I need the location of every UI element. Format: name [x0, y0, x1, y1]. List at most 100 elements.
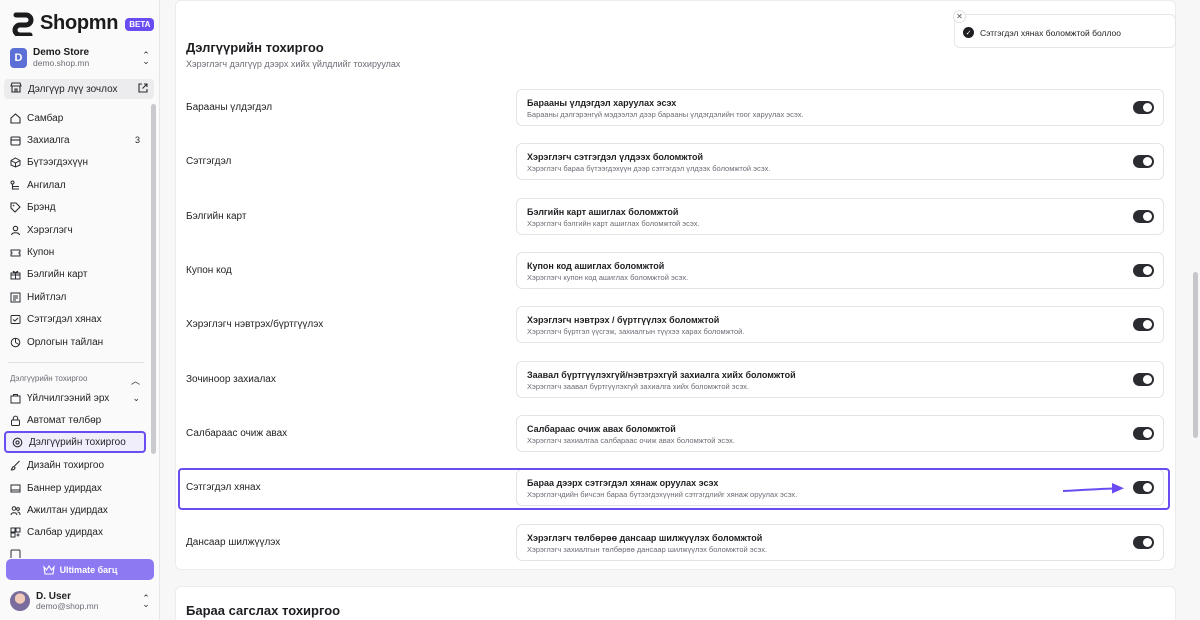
setting-toggle[interactable]: [1133, 427, 1154, 440]
banner-icon: [10, 483, 21, 494]
check-circle-icon: ✓: [963, 27, 974, 38]
highlight-frame: [178, 468, 1170, 510]
main-scrollbar[interactable]: [1193, 272, 1198, 438]
orders-count-badge: 3: [134, 135, 140, 145]
gift-icon: [10, 269, 21, 280]
setting-toggle[interactable]: [1133, 210, 1154, 223]
setting-option-title: Барааны үлдэгдэл харуулах эсэх: [527, 98, 677, 108]
setting-toggle[interactable]: [1133, 373, 1154, 386]
sidebar-item-partial[interactable]: [4, 544, 146, 558]
setting-label: Салбараас очиж авах: [186, 428, 288, 439]
arrow-right-icon: [1062, 483, 1124, 494]
sidebar-item-staff[interactable]: Ажилтан удирдах: [4, 500, 146, 520]
sidebar-scrollbar[interactable]: [151, 104, 156, 454]
setting-option-description: Хэрэглэгч захиалгын төлбөрөө дансаар шил…: [527, 545, 768, 554]
brand[interactable]: Shopmn BETA: [10, 9, 155, 37]
sidebar-nav: Самбар Захиалга 3 Бүтээгдэхүүн Ангилал Б…: [0, 104, 160, 558]
lock-icon: [10, 415, 21, 426]
sidebar-item-label: Ангилал: [27, 179, 66, 191]
setting-label: Сэтгэгдэл: [186, 156, 232, 167]
setting-option: Хэрэглэгч сэтгэгдэл үлдээх боломжтой Хэрэ…: [516, 143, 1164, 180]
sidebar-item-store-settings[interactable]: Дэлгүүрийн тохиргоо: [4, 431, 146, 453]
sidebar-item-customers[interactable]: Хэрэглэгч: [4, 220, 146, 240]
sidebar-item-orders[interactable]: Захиалга 3: [4, 130, 146, 150]
setting-label: Дансаар шилжүүлэх: [186, 537, 281, 548]
sidebar-item-label: Бүтээгдэхүүн: [27, 156, 89, 168]
setting-option-title: Хэрэглэгч төлбөрөө дансаар шилжүүлэх бол…: [527, 533, 763, 543]
sidebar-item-label: Брэнд: [27, 201, 56, 213]
sidebar-item-coupon[interactable]: Купон: [4, 242, 146, 262]
setting-option-title: Салбараас очиж авах боломжтой: [527, 424, 676, 434]
sidebar-item-auto-payment[interactable]: Автомат төлбөр: [4, 410, 146, 430]
sidebar-item-service-license[interactable]: Үйлчилгээний эрх ⌄: [4, 388, 146, 408]
setting-option-description: Барааны дэлгэрэнгүй мэдээлэл дээр бараан…: [527, 110, 804, 119]
sidebar-item-label: Баннер удирдах: [27, 482, 102, 494]
crown-icon: [42, 564, 55, 575]
shopmn-logo-icon: [12, 12, 34, 36]
visit-store-button[interactable]: Дэлгүүр лүү зочлох: [4, 79, 154, 99]
store-switcher[interactable]: D Demo Store demo.shop.mn ⌃ ⌄: [10, 46, 151, 70]
sidebar-item-label: Хэрэглэгч: [27, 224, 73, 236]
setting-label: Купон код: [186, 265, 232, 276]
toast-notification: ✕ ✓ Сэтгэгдэл хянах боломжтой боллоо: [953, 10, 1176, 48]
setting-option-description: Хэрэглэгч бараа бүтээгдэхүүн дээр сэтгэг…: [527, 164, 771, 173]
chevron-up-icon: ︿: [130, 376, 140, 386]
setting-option: Бэлгийн карт ашиглах боломжтой Хэрэглэгч …: [516, 198, 1164, 235]
avatar: [10, 591, 30, 611]
article-icon: [10, 292, 21, 303]
beta-badge: BETA: [125, 17, 155, 31]
sidebar-item-category[interactable]: Ангилал: [4, 175, 146, 195]
setting-toggle[interactable]: [1133, 155, 1154, 168]
sidebar-item-label: Самбар: [27, 112, 64, 124]
setting-toggle[interactable]: [1133, 101, 1154, 114]
review-icon: [10, 314, 21, 325]
toast-message: Сэтгэгдэл хянах боломжтой боллоо: [980, 28, 1121, 38]
sidebar-item-label: Захиалга: [27, 134, 70, 146]
sidebar-item-branches[interactable]: Салбар удирдах: [4, 522, 146, 542]
upgrade-plan-button[interactable]: Ultimate багц: [6, 559, 154, 580]
setting-toggle[interactable]: [1133, 264, 1154, 277]
report-icon: [10, 337, 21, 348]
sidebar-item-gift-card[interactable]: Бэлгийн карт: [4, 264, 146, 284]
sidebar-item-brand[interactable]: Брэнд: [4, 197, 146, 217]
more-icon: [10, 549, 21, 558]
close-icon[interactable]: ✕: [953, 10, 966, 23]
sidebar-item-label: Нийтлэл: [27, 291, 67, 303]
setting-option-description: Хэрэглэгч бэлгийн карт ашиглах боломжтой…: [527, 219, 700, 228]
sidebar-item-products[interactable]: Бүтээгдэхүүн: [4, 152, 146, 172]
setting-option: Купон код ашиглах боломжтой Хэрэглэгч куп…: [516, 252, 1164, 289]
setting-option-description: Хэрэглэгч бүртгэл үүсгэж, захиалгын түүх…: [527, 327, 745, 336]
setting-toggle[interactable]: [1133, 318, 1154, 331]
sidebar-item-revenue-report[interactable]: Орлогын тайлан: [4, 332, 146, 352]
chevron-up-down-icon: ⌃ ⌄: [142, 50, 150, 66]
user-email: demo@shop.mn: [36, 600, 99, 611]
setting-option: Барааны үлдэгдэл харуулах эсэх Барааны дэ…: [516, 89, 1164, 126]
setting-option: Хэрэглэгч төлбөрөө дансаар шилжүүлэх бол…: [516, 524, 1164, 561]
sidebar-item-design-settings[interactable]: Дизайн тохиргоо: [4, 455, 146, 475]
sidebar-item-dashboard[interactable]: Самбар: [4, 108, 146, 128]
setting-option-description: Хэрэглэгч заавал бүртгүүлэхгүй захиалга …: [527, 382, 750, 391]
sidebar-item-reviews[interactable]: Сэтгэгдэл хянах: [4, 309, 146, 329]
category-icon: [10, 180, 21, 191]
settings-icon: [12, 437, 23, 448]
setting-option: Заавал бүртгүүлэхгүй/нэвтрэхгүй захиалга…: [516, 361, 1164, 398]
setting-label: Зочиноор захиалах: [186, 374, 276, 385]
setting-label: Бэлгийн карт: [186, 211, 247, 222]
user-menu[interactable]: D. User demo@shop.mn ⌃ ⌄: [10, 590, 151, 612]
chevron-up-down-icon: ⌃ ⌄: [142, 593, 150, 609]
sidebar-item-label: Бэлгийн карт: [27, 268, 88, 280]
visit-store-label: Дэлгүүр лүү зочлох: [28, 83, 118, 95]
sidebar-item-articles[interactable]: Нийтлэл: [4, 287, 146, 307]
setting-option-title: Хэрэглэгч сэтгэгдэл үлдээх боломжтой: [527, 152, 704, 162]
store-url: demo.shop.mn: [33, 57, 90, 68]
sidebar-item-label: Сэтгэгдэл хянах: [27, 313, 102, 325]
sidebar-item-label: Үйлчилгээний эрх: [27, 392, 110, 404]
team-icon: [10, 505, 21, 516]
box-icon: [10, 156, 21, 168]
sidebar-item-label: Ажилтан удирдах: [27, 504, 108, 516]
sidebar-item-banners[interactable]: Баннер удирдах: [4, 478, 146, 498]
sidebar-item-label: Автомат төлбөр: [27, 414, 102, 426]
setting-toggle[interactable]: [1133, 536, 1154, 549]
settings-group-toggle[interactable]: Дэлгүүрийн тохиргоо ︿: [10, 374, 140, 387]
sidebar: Shopmn BETA D Demo Store demo.shop.mn ⌃ ⌄…: [0, 0, 160, 620]
